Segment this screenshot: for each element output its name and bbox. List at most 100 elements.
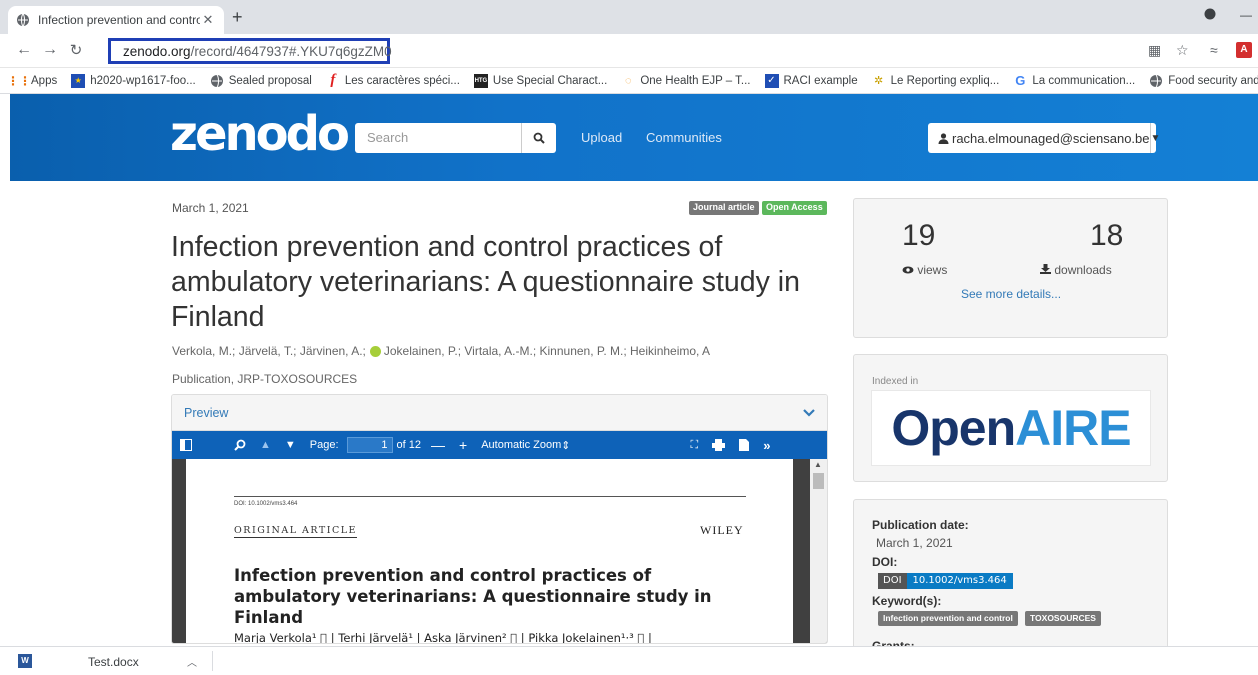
chevron-down-icon[interactable] [803,408,815,417]
bookmark-h2020[interactable]: ★ h2020-wp1617-foo... [71,73,196,88]
badge-resource-type: Journal article [689,201,759,215]
download-pdf-icon[interactable] [739,439,750,451]
url-path: /record/4647937#.YKU7q6gzZM0 [190,43,392,59]
zoom-out-button[interactable]: — [431,437,445,453]
zenodo-header: zenodo Search Upload Communities racha.e… [10,94,1258,181]
pdf-search-icon[interactable] [234,439,246,451]
orcid-icon[interactable] [369,345,381,357]
zoom-in-button[interactable]: + [459,437,467,453]
f-script-icon: f [330,72,336,88]
presentation-mode-icon[interactable]: ⛶ [691,439,699,452]
bookmark-raci[interactable]: ✓ RACI example [764,73,858,88]
bookmark-label: h2020-wp1617-foo... [90,74,196,87]
back-button[interactable]: ← [14,41,34,59]
indexed-panel: Indexed in Open AIRE [853,354,1168,482]
bookmark-reporting[interactable]: ✲ Le Reporting expliq... [872,74,1000,88]
nav-upload[interactable]: Upload [581,130,622,145]
chevron-down-icon[interactable]: ▼ [1149,123,1160,153]
star-burst-icon: ✲ [874,75,884,87]
globe-icon [1150,74,1163,87]
doi-badge-prefix: DOI [878,573,907,589]
bookmark-caracteres[interactable]: f Les caractères spéci... [326,72,460,88]
pdf-divider [234,496,746,497]
page-label: Page: [309,439,339,451]
acrobat-extension-icon[interactable]: A [1236,42,1252,58]
search-input[interactable]: Search [355,123,521,153]
tab-close-icon[interactable]: ✕ [200,12,216,28]
downloads-label: downloads [1040,263,1112,277]
bookmark-special-characters[interactable]: HTG Use Special Charact... [473,73,608,88]
word-doc-icon: W [18,654,32,668]
chevron-up-icon[interactable]: ︿ [187,654,197,669]
badge-open-access: Open Access [762,201,827,215]
bookmark-one-health[interactable]: ◌ One Health EJP – T... [621,74,750,88]
search-button[interactable] [521,123,556,153]
keyword-tag[interactable]: TOXOSOURCES [1025,611,1101,626]
htg-icon: HTG [473,73,488,88]
bookmark-food-security[interactable]: Food security and E... [1149,74,1258,88]
openaire-logo[interactable]: Open AIRE [871,390,1151,466]
globe-icon [17,13,29,27]
pdf-scrollbar[interactable]: ▲ [810,459,827,643]
record-title: Infection prevention and control practic… [171,231,800,333]
downloads-count: 18 [1090,219,1124,252]
authors-list-cont: Jokelainen, P.; Virtala, A.-M.; Kinnunen… [383,344,711,358]
bookmark-sealed-proposal[interactable]: Sealed proposal [210,74,312,88]
downloads-label-text: downloads [1054,263,1112,277]
bookmark-label: Use Special Charact... [492,74,608,87]
user-email: racha.elmounaged@sciensano.be [952,130,1150,146]
dotted-circle-icon: ◌ [625,74,632,87]
bookmark-label: Sealed proposal [228,74,312,87]
keyword-tag[interactable]: Infection prevention and control [878,611,1018,626]
pdf-title: Infection prevention and control practic… [234,566,712,627]
scrollbar-thumb[interactable] [813,473,824,489]
tools-menu-icon[interactable]: » [763,438,770,453]
publication-date-value: March 1, 2021 [876,536,953,550]
bookmark-label: One Health EJP – T... [640,74,751,87]
indexed-in-label: Indexed in [872,376,919,387]
extension-icon[interactable]: ≈ [1210,42,1218,58]
views-label-text: views [917,263,948,277]
minimize-button[interactable]: — [1240,8,1252,22]
translate-icon[interactable]: ▦ [1148,42,1161,59]
print-icon[interactable] [712,439,726,451]
browser-tab-strip: Infection prevention and control ✕ + — [0,0,1258,34]
prev-page-icon[interactable]: ▲ [260,439,271,451]
bookmark-label: Le Reporting expliq... [890,74,1000,87]
keywords-label: Keyword(s): [872,594,942,608]
preview-title: Preview [184,405,229,420]
preview-header[interactable]: Preview [172,395,827,431]
forward-button[interactable]: → [40,41,60,59]
bookmark-apps[interactable]: ⋮⋮ Apps [7,74,58,88]
page-number-input[interactable]: 1 [346,437,393,453]
publication-communities: Publication, JRP-TOXOSOURCES [172,372,358,386]
download-file-name[interactable]: Test.docx [88,655,139,669]
views-label: views [902,263,947,277]
pdf-page: DOI: 10.1002/vms3.464 ORIGINAL ARTICLE W… [186,459,793,643]
bookmark-communication[interactable]: G La communication... [1013,73,1136,88]
zenodo-logo[interactable]: zenodo [170,106,350,162]
doi-badge[interactable]: DOI 10.1002/vms3.464 [878,573,1013,589]
zoom-select[interactable]: Automatic Zoom ⇕ [481,439,570,452]
pdf-article-kind: ORIGINAL ARTICLE [234,525,357,538]
bookmark-star-icon[interactable]: ☆ [1176,42,1189,59]
profile-icon[interactable] [1204,8,1216,20]
sidebar-toggle-icon[interactable] [180,439,192,451]
download-icon [1040,264,1051,274]
pdf-doi: DOI: 10.1002/vms3.464 [234,501,298,507]
see-more-details-link[interactable]: See more details... [961,287,1061,301]
scroll-up-icon[interactable]: ▲ [814,460,822,469]
address-bar[interactable]: zenodo.org/record/4647937#.YKU7q6gzZM0 [108,38,392,64]
next-page-icon[interactable]: ▼ [285,439,296,451]
bookmark-label: Apps [31,74,58,87]
pdf-viewer[interactable]: DOI: 10.1002/vms3.464 ORIGINAL ARTICLE W… [172,459,827,643]
bookmark-label: La communication... [1032,74,1136,87]
user-menu[interactable]: racha.elmounaged@sciensano.be ▼ [928,123,1160,153]
reload-button[interactable]: ↻ [66,41,86,59]
zoom-value: Automatic Zoom [481,439,562,451]
browser-tab-active[interactable]: Infection prevention and control ✕ [8,6,224,34]
checkbox-icon: ✓ [764,73,779,88]
bookmark-label: Les caractères spéci... [344,74,460,87]
nav-communities[interactable]: Communities [646,130,722,145]
new-tab-button[interactable]: + [232,7,243,28]
